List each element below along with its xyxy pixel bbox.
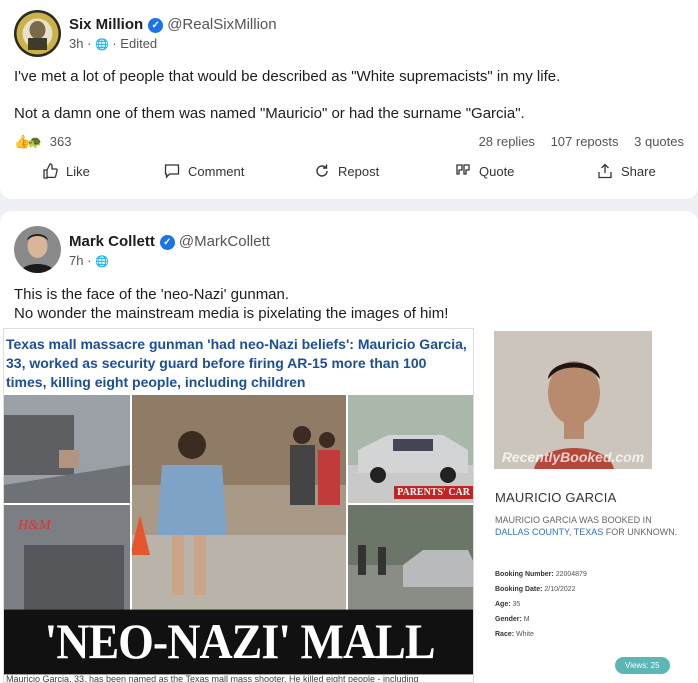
- booking-number-row: Booking Number: 22004879: [495, 571, 587, 578]
- edited-label[interactable]: Edited: [120, 36, 157, 51]
- photo-car: PARENTS' CAR: [348, 395, 473, 503]
- reactions-count: 363: [49, 134, 72, 149]
- share-icon: [598, 163, 612, 179]
- post-text-line-1: I've met a lot of people that would be d…: [14, 68, 561, 85]
- quotes-count[interactable]: 3 quotes: [634, 134, 684, 149]
- avatar[interactable]: [14, 10, 61, 57]
- post-card: Six Million ✓ @RealSixMillion 3h · 🌐 · Edi…: [0, 0, 698, 199]
- author-line: Mark Collett ✓ @MarkCollett: [69, 233, 270, 250]
- reposts-count[interactable]: 107 reposts: [551, 134, 619, 149]
- post-time[interactable]: 7h: [69, 253, 83, 268]
- news-caption: Mauricio Garcia, 33, has been named as t…: [6, 674, 419, 683]
- author-line: Six Million ✓ @RealSixMillion: [69, 16, 277, 33]
- news-big-title: 'NEO-NAZI' MALL GUNMAN: [4, 609, 473, 682]
- post-meta: 7h · 🌐: [69, 253, 109, 268]
- globe-icon: 🌐: [95, 256, 109, 268]
- avatar[interactable]: [14, 226, 61, 273]
- photo-parking-lot: [348, 505, 473, 611]
- quote-label: Quote: [479, 163, 515, 179]
- like-button[interactable]: Like: [42, 163, 90, 179]
- comment-label: Comment: [188, 163, 245, 179]
- repost-button[interactable]: Repost: [314, 163, 379, 179]
- news-headline: Texas mall massacre gunman 'had neo-Nazi…: [6, 336, 467, 390]
- post-text-line-1: This is the face of the 'neo-Nazi' gunma…: [14, 286, 290, 303]
- globe-icon: 🌐: [95, 39, 109, 51]
- booking-date-row: Booking Date: 2/10/2022: [495, 586, 576, 593]
- like-label: Like: [66, 163, 90, 179]
- booking-description: MAURICIO GARCIA WAS BOOKED IN DALLAS COU…: [495, 515, 678, 537]
- reactions[interactable]: 👍🐢 363: [14, 134, 71, 150]
- verified-badge-icon: ✓: [159, 235, 175, 250]
- post-time[interactable]: 3h: [69, 36, 83, 51]
- booking-record-image[interactable]: RecentlyBooked.com MAURICIO GARCIA MAURI…: [484, 328, 698, 683]
- repost-icon: [316, 164, 328, 177]
- quote-icon: [456, 164, 470, 175]
- post-text-line-2: Not a damn one of them was named "Mauric…: [14, 105, 525, 122]
- author-name[interactable]: Six Million: [69, 16, 143, 33]
- verified-badge-icon: ✓: [148, 18, 164, 33]
- share-button[interactable]: Share: [597, 163, 656, 179]
- author-handle[interactable]: @MarkCollett: [179, 233, 270, 250]
- parents-car-label: PARENTS' CAR: [394, 486, 473, 499]
- like-icon: [43, 163, 58, 179]
- photo-mall-interior: [4, 395, 130, 503]
- booking-name: MAURICIO GARCIA: [495, 490, 617, 505]
- photo-fleeing-girl: [132, 395, 346, 611]
- action-bar: Like Comment Repost Quote Share: [0, 163, 698, 187]
- booking-location-link[interactable]: DALLAS COUNTY, TEXAS: [495, 527, 603, 537]
- photo-store-front: H&M: [4, 505, 130, 611]
- repost-label: Repost: [338, 163, 380, 179]
- booking-race-row: Race: White: [495, 631, 534, 638]
- turtle-reaction-icon: 🐢: [27, 135, 43, 149]
- views-badge: Views: 25: [615, 657, 670, 674]
- news-photo-collage: H&M PARENTS' CAR: [4, 395, 473, 611]
- author-name[interactable]: Mark Collett: [69, 233, 155, 250]
- comment-icon: [164, 164, 180, 179]
- mugshot-photo: RecentlyBooked.com: [494, 331, 652, 469]
- post-text-line-2: No wonder the mainstream media is pixela…: [14, 305, 449, 322]
- post-meta: 3h · 🌐 · Edited: [69, 36, 158, 51]
- quote-button[interactable]: Quote: [455, 163, 514, 179]
- share-label: Share: [621, 163, 656, 179]
- mugshot-watermark: RecentlyBooked.com: [501, 449, 645, 465]
- post-stats: 👍🐢 363 28 replies 107 reposts 3 quotes: [14, 134, 684, 152]
- booking-age-row: Age: 35: [495, 601, 521, 608]
- replies-count[interactable]: 28 replies: [479, 134, 535, 149]
- comment-button[interactable]: Comment: [164, 163, 244, 179]
- store-sign: H&M: [17, 518, 52, 533]
- engagement-counts: 28 replies 107 reposts 3 quotes: [467, 134, 684, 149]
- booking-gender-row: Gender: M: [495, 616, 530, 623]
- author-handle[interactable]: @RealSixMillion: [167, 16, 276, 33]
- news-screenshot-image[interactable]: Texas mall massacre gunman 'had neo-Nazi…: [3, 328, 474, 683]
